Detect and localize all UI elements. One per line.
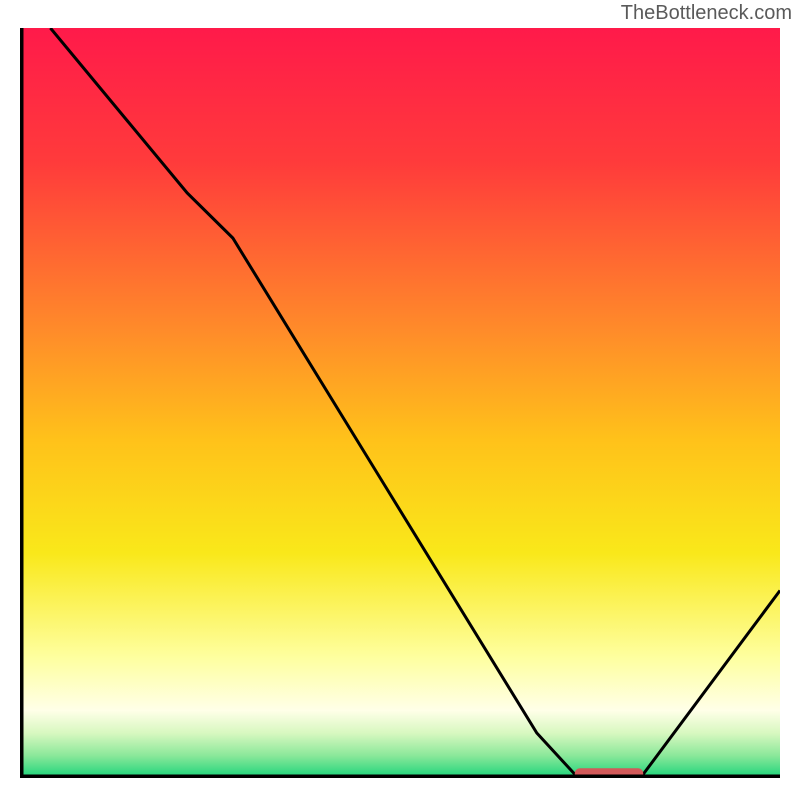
chart-container: TheBottleneck.com [0,0,800,800]
chart-plot-area [20,28,780,778]
watermark-text: TheBottleneck.com [621,2,792,25]
gradient-background [20,28,780,778]
chart-svg [20,28,780,778]
